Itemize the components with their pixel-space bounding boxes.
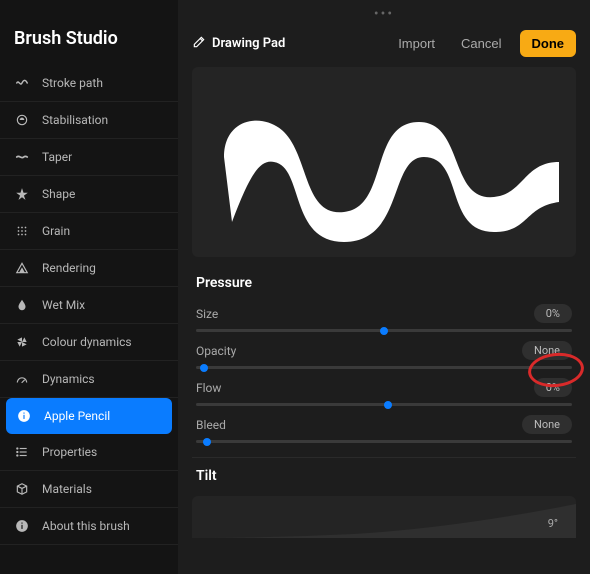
slider-value-pill[interactable]: 0%: [534, 378, 572, 397]
stabilisation-icon: [14, 112, 30, 128]
sidebar-item-label: About this brush: [42, 519, 130, 533]
drag-handle-icon[interactable]: •••: [178, 0, 590, 22]
brush-stroke-preview: [192, 67, 576, 257]
sidebar-item-stabilisation[interactable]: Stabilisation: [0, 102, 178, 139]
slider-thumb[interactable]: [203, 438, 211, 446]
slider-thumb[interactable]: [380, 327, 388, 335]
sidebar-item-dynamics[interactable]: Dynamics: [0, 361, 178, 398]
slider-value-pill[interactable]: 0%: [534, 304, 572, 323]
sidebar-item-label: Properties: [42, 445, 97, 459]
sidebar-item-label: Colour dynamics: [42, 335, 132, 349]
sidebar-item-colour-dynamics[interactable]: Colour dynamics: [0, 324, 178, 361]
topbar: Drawing Pad Import Cancel Done: [178, 22, 590, 67]
sidebar-item-materials[interactable]: Materials: [0, 471, 178, 508]
sidebar-item-apple-pencil[interactable]: Apple Pencil: [6, 398, 172, 434]
shape-icon: [14, 186, 30, 202]
sidebar-item-label: Dynamics: [42, 372, 95, 386]
grain-icon: [14, 223, 30, 239]
sidebar-item-stroke-path[interactable]: Stroke path: [0, 65, 178, 102]
cancel-button[interactable]: Cancel: [453, 32, 509, 55]
slider-track[interactable]: [196, 440, 572, 443]
done-button[interactable]: Done: [520, 30, 577, 57]
info-icon: [14, 518, 30, 534]
main-panel: ••• Drawing Pad Import Cancel Done Press…: [178, 0, 590, 574]
tilt-curve: [192, 496, 576, 538]
slider-value-pill[interactable]: None: [522, 341, 572, 360]
slider-thumb[interactable]: [200, 364, 208, 372]
edit-icon: [192, 35, 206, 53]
slider-bleed: Bleed None: [178, 406, 590, 443]
slider-label: Bleed: [196, 418, 226, 432]
pinwheel-icon: [14, 334, 30, 350]
info-filled-icon: [16, 408, 32, 424]
app-title: Brush Studio: [0, 0, 178, 65]
slider-thumb[interactable]: [384, 401, 392, 409]
sidebar-item-about[interactable]: About this brush: [0, 508, 178, 545]
pressure-section-title: Pressure: [178, 257, 590, 295]
slider-flow: Flow 0%: [178, 369, 590, 406]
sidebar-item-grain[interactable]: Grain: [0, 213, 178, 250]
taper-icon: [14, 149, 30, 165]
slider-label: Flow: [196, 381, 221, 395]
slider-label: Size: [196, 307, 218, 321]
sidebar-item-taper[interactable]: Taper: [0, 139, 178, 176]
sidebar-item-label: Shape: [42, 187, 75, 201]
sidebar-item-wetmix[interactable]: Wet Mix: [0, 287, 178, 324]
speed-icon: [14, 371, 30, 387]
tilt-section-title: Tilt: [178, 458, 590, 488]
droplet-icon: [14, 297, 30, 313]
drawing-pad-label: Drawing Pad: [212, 36, 285, 51]
sidebar-item-label: Stabilisation: [42, 113, 108, 127]
tilt-graph[interactable]: 9°: [192, 496, 576, 538]
rendering-icon: [14, 260, 30, 276]
slider-track[interactable]: [196, 366, 572, 369]
import-button[interactable]: Import: [390, 32, 443, 55]
sidebar-item-rendering[interactable]: Rendering: [0, 250, 178, 287]
sidebar-item-shape[interactable]: Shape: [0, 176, 178, 213]
cube-icon: [14, 481, 30, 497]
sidebar-item-label: Taper: [42, 150, 72, 164]
drawing-pad-canvas[interactable]: [192, 67, 576, 257]
slider-track[interactable]: [196, 329, 572, 332]
sidebar-item-label: Apple Pencil: [44, 409, 110, 423]
sidebar-item-label: Wet Mix: [42, 298, 85, 312]
sidebar-item-properties[interactable]: Properties: [0, 434, 178, 471]
slider-track[interactable]: [196, 403, 572, 406]
stroke-path-icon: [14, 75, 30, 91]
slider-size: Size 0%: [178, 295, 590, 332]
slider-opacity: Opacity None: [178, 332, 590, 369]
sidebar: Brush Studio Stroke path Stabilisation T…: [0, 0, 178, 574]
drawing-pad-button[interactable]: Drawing Pad: [192, 35, 380, 53]
slider-value-pill[interactable]: None: [522, 415, 572, 434]
sidebar-item-label: Stroke path: [42, 76, 103, 90]
sidebar-item-label: Materials: [42, 482, 92, 496]
sidebar-item-label: Rendering: [42, 261, 96, 275]
slider-label: Opacity: [196, 344, 236, 358]
sidebar-item-label: Grain: [42, 224, 70, 238]
tilt-value: 9°: [548, 517, 558, 530]
list-icon: [14, 444, 30, 460]
